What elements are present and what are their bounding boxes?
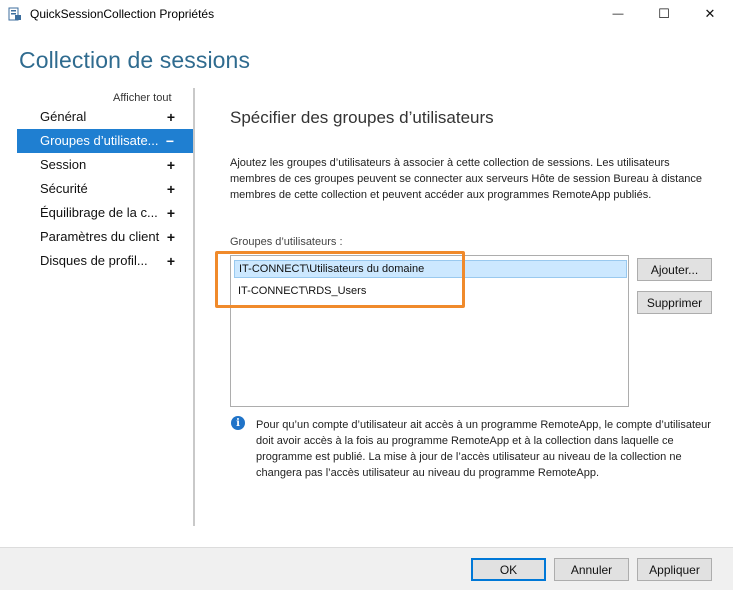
window-title: QuickSessionCollection Propriétés — [30, 7, 215, 21]
sidebar-item-label: Général — [40, 109, 87, 124]
info-text: Pour qu’un compte d’utilisateur ait accè… — [256, 419, 711, 479]
section-title: Spécifier des groupes d’utilisateurs — [230, 108, 494, 127]
expand-icon[interactable]: + — [167, 249, 175, 273]
sidebar-item-load-balancing[interactable]: Équilibrage de la c... + — [17, 201, 193, 225]
sidebar-item-session[interactable]: Session + — [17, 153, 193, 177]
minimize-button[interactable]: — — [595, 0, 641, 28]
sidebar-item-label: Disques de profil... — [40, 253, 148, 268]
sidebar-item-general[interactable]: Général + — [17, 105, 193, 129]
add-button[interactable]: Ajouter... — [637, 258, 712, 281]
info-icon: i — [231, 416, 245, 430]
sidebar-item-label: Session — [40, 157, 87, 172]
apply-button[interactable]: Appliquer — [637, 558, 712, 581]
sidebar-item-label: Groupes d’utilisate... — [40, 133, 159, 148]
sidebar-item-security[interactable]: Sécurité + — [17, 177, 193, 201]
collapse-icon[interactable]: − — [166, 129, 174, 153]
expand-icon[interactable]: + — [167, 177, 175, 201]
sidebar-item-user-groups[interactable]: Groupes d’utilisate... − — [17, 129, 193, 153]
annotation-highlight — [215, 251, 465, 308]
groups-label: Groupes d’utilisateurs : — [230, 236, 343, 248]
title-bar: QuickSessionCollection Propriétés — ☐ ✕ — [0, 0, 733, 28]
ok-button[interactable]: OK — [471, 558, 546, 581]
maximize-button[interactable]: ☐ — [641, 0, 687, 28]
cancel-button[interactable]: Annuler — [554, 558, 629, 581]
dialog-footer: OK Annuler Appliquer — [0, 547, 733, 590]
remove-button[interactable]: Supprimer — [637, 291, 712, 314]
section-description: Ajoutez les groupes d’utilisateurs à ass… — [230, 157, 703, 201]
expand-icon[interactable]: + — [167, 105, 175, 129]
sidebar-item-profile-disks[interactable]: Disques de profil... + — [17, 249, 193, 273]
sidebar-item-label: Équilibrage de la c... — [40, 205, 158, 220]
maximize-icon: ☐ — [658, 6, 670, 21]
expand-icon[interactable]: + — [167, 153, 175, 177]
close-button[interactable]: ✕ — [687, 0, 733, 28]
sidebar-item-label: Paramètres du client — [40, 229, 160, 244]
expand-icon[interactable]: + — [167, 201, 175, 225]
server-properties-icon — [8, 7, 21, 21]
show-all-link[interactable]: Afficher tout — [113, 92, 172, 104]
sidebar-item-label: Sécurité — [40, 181, 88, 196]
minimize-icon: — — [612, 8, 624, 20]
close-icon: ✕ — [704, 6, 716, 21]
sidebar-divider — [193, 88, 195, 526]
page-title: Collection de sessions — [19, 47, 251, 73]
sidebar-item-client-settings[interactable]: Paramètres du client + — [17, 225, 193, 249]
sidebar-nav: Général + Groupes d’utilisate... − Sessi… — [17, 105, 193, 273]
expand-icon[interactable]: + — [167, 225, 175, 249]
